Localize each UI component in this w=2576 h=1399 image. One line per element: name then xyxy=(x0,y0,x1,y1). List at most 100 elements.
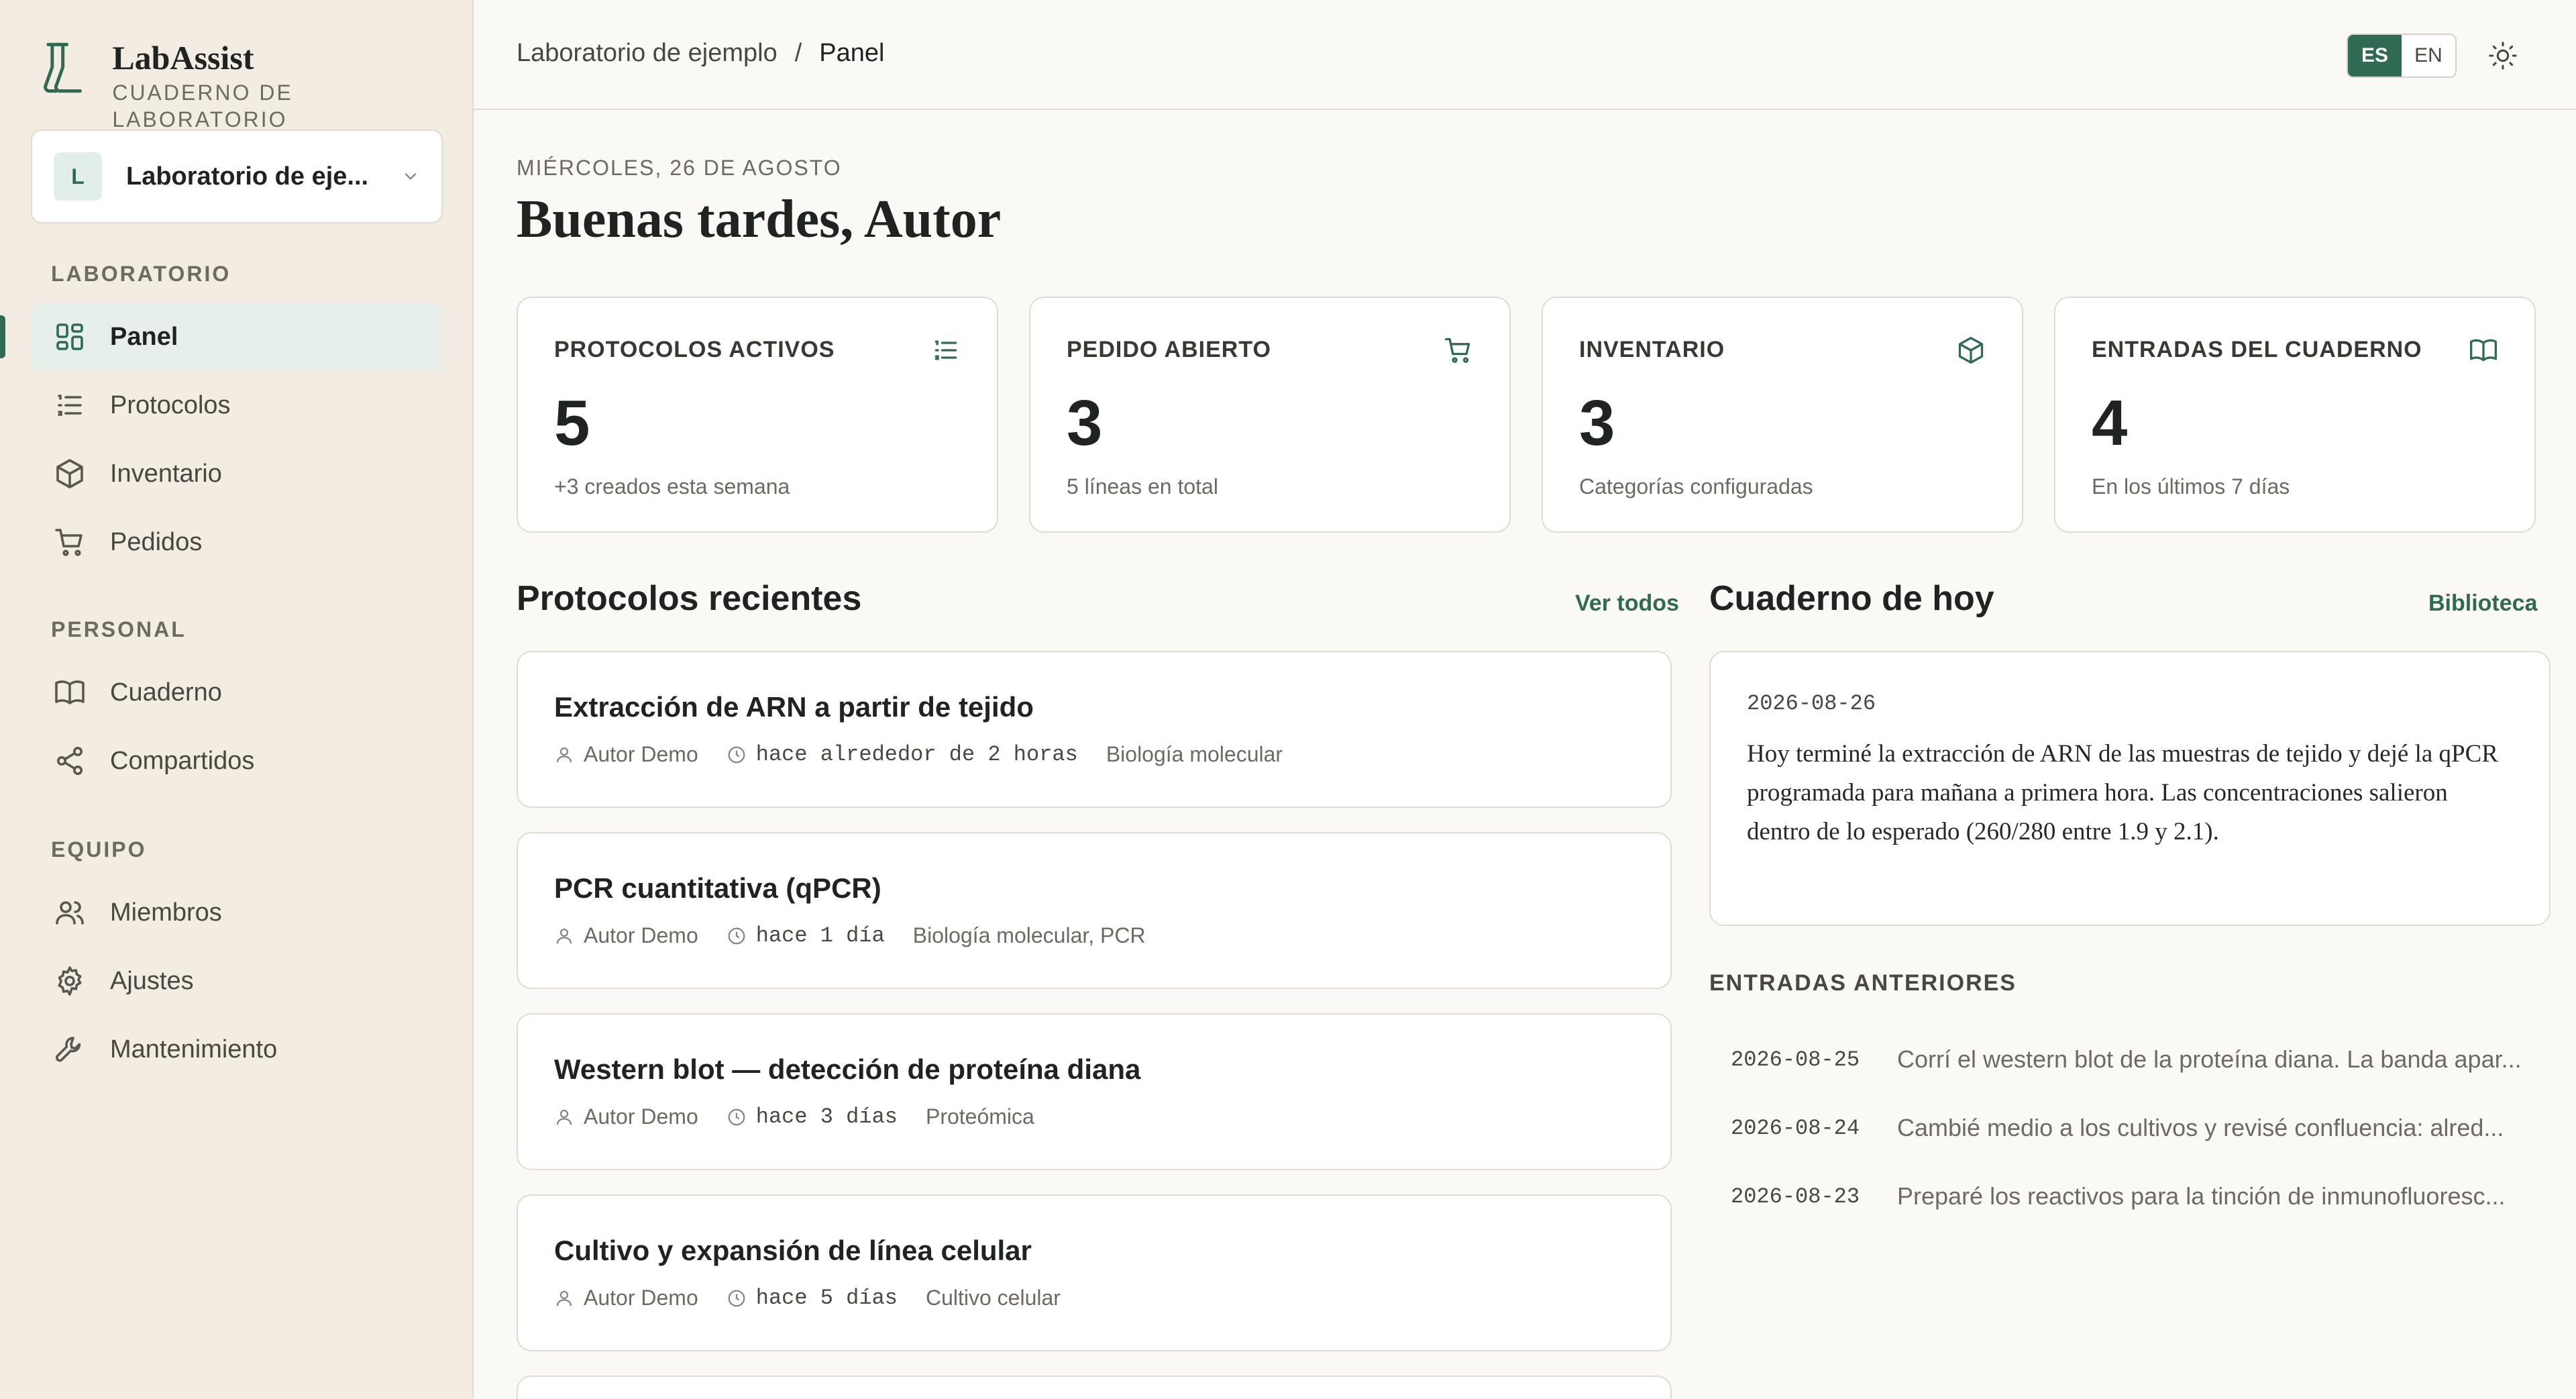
user-icon xyxy=(556,747,572,762)
library-link[interactable]: Biblioteca xyxy=(2428,590,2537,617)
protocol-meta: Autor Demo hace 3 días Proteómica xyxy=(554,1104,1634,1129)
sidebar-item-inventario[interactable]: Inventario xyxy=(31,440,443,507)
stat-note: 5 líneas en total xyxy=(1067,474,1218,499)
stat-title: PEDIDO ABIERTO xyxy=(1067,337,1271,362)
stat-card-pedido[interactable]: PEDIDO ABIERTO 3 5 líneas en total xyxy=(1029,297,1511,533)
gear-icon xyxy=(52,964,87,998)
protocol-card[interactable]: Cultivo y expansión de línea celular Aut… xyxy=(517,1194,1672,1351)
protocol-author: Autor Demo xyxy=(584,742,698,766)
stat-card-inventario[interactable]: INVENTARIO 3 Categorías configuradas xyxy=(1542,297,2023,533)
user-icon xyxy=(556,1109,572,1125)
entry-text: Cambié medio a los cultivos y revisé con… xyxy=(1897,1114,2504,1141)
previous-entry[interactable]: 2026-08-23 Preparé los reactivos para la… xyxy=(1731,1182,2551,1210)
view-all-link[interactable]: Ver todos xyxy=(1575,590,1679,617)
previous-entry[interactable]: 2026-08-25 Corrí el western blot de la p… xyxy=(1731,1045,2551,1074)
page-title: Buenas tardes, Autor xyxy=(517,190,1002,249)
stat-title: INVENTARIO xyxy=(1579,337,1725,362)
sidebar-item-label: Mantenimiento xyxy=(110,1035,278,1064)
wrench-icon xyxy=(52,1032,87,1067)
protocol-meta: Autor Demo hace alrededor de 2 horas Bio… xyxy=(554,742,1634,767)
users-icon xyxy=(52,895,87,930)
note-body: Hoy terminé la extracción de ARN de las … xyxy=(1747,740,2498,845)
language-toggle: ES EN xyxy=(2347,34,2457,78)
stat-note: Categorías configuradas xyxy=(1579,474,1813,499)
protocol-author: Autor Demo xyxy=(584,1286,698,1310)
list-icon xyxy=(934,340,957,360)
clock-icon xyxy=(728,927,745,944)
section-title-cuaderno: Cuaderno de hoy xyxy=(1709,579,1994,618)
protocol-tags: Biología molecular xyxy=(1106,742,1283,766)
lab-avatar: L xyxy=(54,152,102,201)
stat-title: PROTOCOLOS ACTIVOS xyxy=(554,337,835,362)
previous-entries-label: ENTRADAS ANTERIORES xyxy=(1709,970,2017,996)
protocol-card[interactable]: Western blot — detección de proteína dia… xyxy=(517,1013,1672,1170)
sidebar-item-miembros[interactable]: Miembros xyxy=(31,879,443,946)
protocol-author: Autor Demo xyxy=(584,923,698,947)
sidebar-item-ajustes[interactable]: Ajustes xyxy=(31,947,443,1015)
protocol-tags: Proteómica xyxy=(925,1104,1034,1129)
stat-card-protocolos[interactable]: PROTOCOLOS ACTIVOS 5 +3 creados esta sem… xyxy=(517,297,998,533)
sidebar-item-pedidos[interactable]: Pedidos xyxy=(31,509,443,576)
breadcrumb-current: Panel xyxy=(819,39,885,67)
protocol-card-partial[interactable] xyxy=(517,1376,1672,1399)
sidebar-item-panel[interactable]: Panel xyxy=(31,303,443,370)
clock-icon xyxy=(728,1108,745,1125)
flask-logo-icon xyxy=(44,42,82,93)
entry-text: Preparé los reactivos para la tinción de… xyxy=(1897,1182,2506,1210)
protocol-tags: Biología molecular, PCR xyxy=(912,923,1146,947)
protocol-meta: Autor Demo hace 1 día Biología molecular… xyxy=(554,923,1634,948)
main-content: Laboratorio de ejemplo / Panel ES EN MIÉ… xyxy=(474,0,2576,1399)
stat-value: 3 xyxy=(1579,387,1615,459)
chevron-down-icon xyxy=(405,173,417,180)
lang-en-button[interactable]: EN xyxy=(2402,35,2455,76)
stat-title: ENTRADAS DEL CUADERNO xyxy=(2092,337,2422,362)
clock-icon xyxy=(728,746,745,763)
stat-note: En los últimos 7 días xyxy=(2092,474,2290,499)
sidebar-item-label: Protocolos xyxy=(110,391,231,419)
protocol-time: hace 1 día xyxy=(755,923,885,948)
breadcrumb: Laboratorio de ejemplo / Panel xyxy=(517,39,884,68)
protocol-card[interactable]: PCR cuantitativa (qPCR) Autor Demo hace … xyxy=(517,832,1672,989)
brand-subtitle: CUADERNO DE LABORATORIO xyxy=(112,81,293,132)
dashboard-icon xyxy=(52,319,87,354)
lang-es-button[interactable]: ES xyxy=(2348,35,2402,76)
lab-selector[interactable]: L Laboratorio de eje... xyxy=(31,129,443,223)
protocol-card[interactable]: Extracción de ARN a partir de tejido Aut… xyxy=(517,651,1672,808)
protocol-time: hace alrededor de 2 horas xyxy=(755,742,1078,767)
sun-icon[interactable] xyxy=(2487,40,2518,71)
brand-name: LabAssist xyxy=(112,39,254,76)
app-root: LabAssist CUADERNO DE LABORATORIO L Labo… xyxy=(0,0,2576,1399)
date-label: MIÉRCOLES, 26 DE AGOSTO xyxy=(517,156,842,180)
note-date: 2026-08-26 xyxy=(1747,691,1876,716)
sidebar-item-label: Pedidos xyxy=(110,527,203,556)
book-icon xyxy=(2470,339,2497,362)
stat-card-entradas[interactable]: ENTRADAS DEL CUADERNO 4 En los últimos 7… xyxy=(2054,297,2536,533)
stats-row: PROTOCOLOS ACTIVOS 5 +3 creados esta sem… xyxy=(517,297,2536,533)
entry-date: 2026-08-25 xyxy=(1731,1047,1860,1072)
sidebar-item-label: Compartidos xyxy=(110,746,255,775)
section-title-protocolos: Protocolos recientes xyxy=(517,579,862,618)
stat-note: +3 creados esta semana xyxy=(554,474,790,499)
protocol-meta: Autor Demo hace 5 días Cultivo celular xyxy=(554,1286,1634,1310)
box-icon xyxy=(52,456,87,491)
protocol-author: Autor Demo xyxy=(584,1104,698,1129)
breadcrumb-parent[interactable]: Laboratorio de ejemplo xyxy=(517,39,777,68)
protocol-time: hace 3 días xyxy=(755,1104,898,1129)
list-icon xyxy=(52,388,87,423)
sidebar-item-compartidos[interactable]: Compartidos xyxy=(31,727,443,794)
sidebar-item-protocolos[interactable]: Protocolos xyxy=(31,372,443,439)
protocol-time: hace 5 días xyxy=(755,1286,898,1310)
sidebar-item-cuaderno[interactable]: Cuaderno xyxy=(31,659,443,726)
entry-text: Corrí el western blot de la proteína dia… xyxy=(1897,1045,2522,1073)
share-icon xyxy=(52,743,87,778)
brand[interactable]: LabAssist CUADERNO DE LABORATORIO xyxy=(43,38,472,133)
sidebar-item-mantenimiento[interactable]: Mantenimiento xyxy=(31,1016,443,1083)
nav-section-personal: PERSONAL xyxy=(51,617,186,641)
today-note-card[interactable]: 2026-08-26 Hoy terminé la extracción de … xyxy=(1709,651,2551,926)
entry-date: 2026-08-24 xyxy=(1731,1115,1860,1141)
stat-value: 5 xyxy=(554,387,590,459)
box-icon xyxy=(1958,337,1984,364)
sidebar-item-label: Inventario xyxy=(110,459,222,488)
previous-entry[interactable]: 2026-08-24 Cambié medio a los cultivos y… xyxy=(1731,1114,2551,1142)
protocol-title: Extracción de ARN a partir de tejido xyxy=(554,691,1034,723)
